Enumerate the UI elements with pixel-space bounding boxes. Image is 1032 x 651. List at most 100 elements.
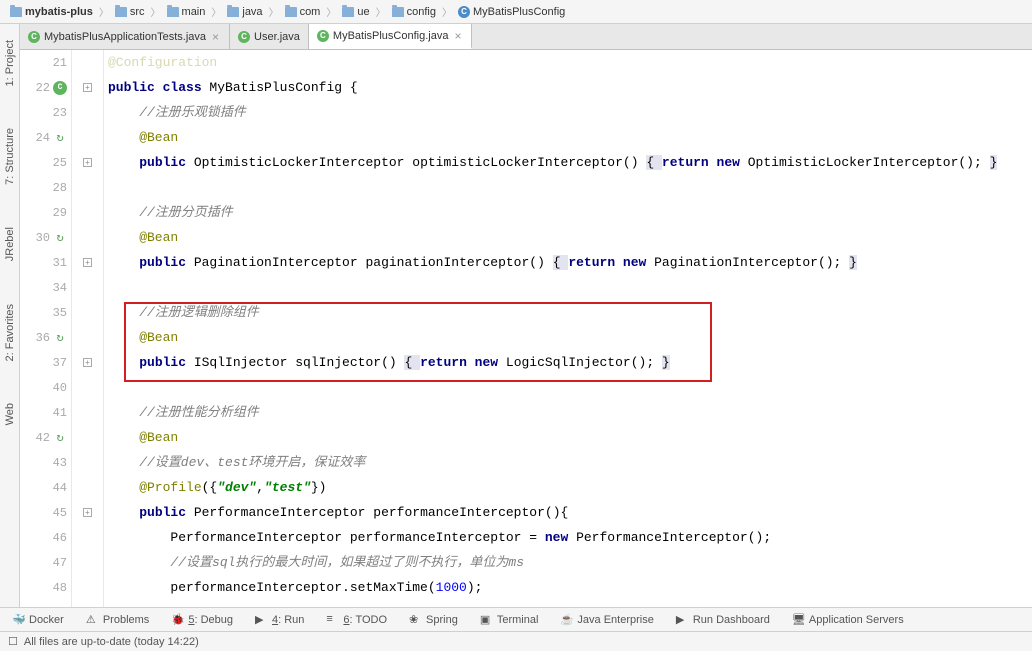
- fold-cell: [72, 125, 103, 150]
- breadcrumb-item-class[interactable]: CMyBatisPlusConfig: [454, 4, 569, 20]
- line-number[interactable]: 47: [20, 550, 71, 575]
- line-number[interactable]: 21: [20, 50, 71, 75]
- fold-cell: [72, 550, 103, 575]
- brace: }: [662, 355, 670, 370]
- statusbar: ☐ All files are up-to-date (today 14:22): [0, 631, 1032, 651]
- line-number[interactable]: 35: [20, 300, 71, 325]
- line-number[interactable]: 24↻: [20, 125, 71, 150]
- brace: }: [849, 255, 857, 270]
- fold-marker[interactable]: +: [83, 158, 92, 167]
- line-number[interactable]: 31: [20, 250, 71, 275]
- class-icon: C: [28, 31, 40, 43]
- fold-cell: +: [72, 75, 103, 100]
- line-number[interactable]: 28: [20, 175, 71, 200]
- keyword: public: [139, 505, 186, 520]
- code-text: ,: [256, 480, 264, 495]
- line-number[interactable]: 46: [20, 525, 71, 550]
- fold-marker[interactable]: +: [83, 508, 92, 517]
- file-tab-user[interactable]: CUser.java: [230, 24, 309, 49]
- bottom-tab-docker[interactable]: 🐳Docker: [8, 611, 68, 628]
- breadcrumb-item-config[interactable]: config: [388, 4, 440, 20]
- line-number[interactable]: 23: [20, 100, 71, 125]
- fold-cell: +: [72, 500, 103, 525]
- keyword: public: [139, 155, 186, 170]
- sidebar-tab-favorites[interactable]: 2: Favorites: [2, 298, 18, 367]
- fold-cell: [72, 375, 103, 400]
- line-number[interactable]: 44: [20, 475, 71, 500]
- file-tab-tests[interactable]: CMybatisPlusApplicationTests.java×: [20, 24, 230, 49]
- line-number[interactable]: 30↻: [20, 225, 71, 250]
- brace: {: [404, 355, 420, 370]
- line-number-gutter: 2122C2324↻25282930↻31343536↻37404142↻434…: [20, 50, 72, 607]
- breadcrumb-root[interactable]: mybatis-plus: [6, 4, 97, 20]
- annotation: @Profile: [108, 480, 202, 495]
- bottom-tab-terminal[interactable]: ▣Terminal: [476, 611, 543, 628]
- keyword: public class: [108, 80, 202, 95]
- breadcrumb-item-ue[interactable]: ue: [338, 4, 373, 20]
- close-icon[interactable]: ×: [452, 29, 463, 43]
- comment: //设置dev、test环境开启，保证效率: [108, 455, 365, 470]
- brace: {: [553, 255, 569, 270]
- bottom-tab-rundash[interactable]: ▶Run Dashboard: [672, 611, 774, 628]
- problems-icon: ⚠: [86, 613, 99, 626]
- breadcrumb-item-com[interactable]: com: [281, 4, 325, 20]
- code-text: PaginationInterceptor paginationIntercep…: [186, 255, 553, 270]
- keyword: return new: [662, 155, 740, 170]
- breadcrumb-item-src[interactable]: src: [111, 4, 149, 20]
- sidebar-tab-web[interactable]: Web: [2, 397, 18, 431]
- bean-gutter-icon: ↻: [53, 231, 67, 245]
- string: "dev": [217, 480, 256, 495]
- fold-marker[interactable]: +: [83, 83, 92, 92]
- line-number[interactable]: 29: [20, 200, 71, 225]
- fold-cell: [72, 275, 103, 300]
- line-number[interactable]: 40: [20, 375, 71, 400]
- fold-marker[interactable]: +: [83, 358, 92, 367]
- code-text: PerformanceInterceptor performanceInterc…: [186, 505, 568, 520]
- bottom-tab-run[interactable]: ▶4: Run: [251, 611, 308, 628]
- line-number[interactable]: 22C: [20, 75, 71, 100]
- line-number[interactable]: 42↻: [20, 425, 71, 450]
- run-icon: ▶: [255, 613, 268, 626]
- keyword: public: [139, 255, 186, 270]
- line-number[interactable]: 45: [20, 500, 71, 525]
- sidebar-tab-structure[interactable]: 7: Structure: [2, 122, 18, 191]
- bottom-tab-debug[interactable]: 🐞5: Debug: [167, 611, 237, 628]
- line-number[interactable]: 41: [20, 400, 71, 425]
- line-number[interactable]: 25: [20, 150, 71, 175]
- chevron-right-icon: 〉: [376, 4, 386, 19]
- code-area[interactable]: @Configuration public class MyBatisPlusC…: [104, 50, 1032, 607]
- bottom-tab-spring[interactable]: ❀Spring: [405, 611, 462, 628]
- comment: //注册性能分析组件: [108, 405, 259, 420]
- fold-cell: [72, 400, 103, 425]
- line-number[interactable]: 36↻: [20, 325, 71, 350]
- line-number[interactable]: 34: [20, 275, 71, 300]
- folder-icon: [392, 7, 404, 17]
- docker-icon: 🐳: [12, 613, 25, 626]
- close-icon[interactable]: ×: [210, 30, 221, 44]
- server-icon: 🖥: [792, 613, 805, 626]
- sidebar-tab-project[interactable]: 1: Project: [2, 34, 18, 92]
- bottom-tab-todo[interactable]: ≡6: TODO: [322, 611, 391, 628]
- annotation: @Bean: [108, 130, 178, 145]
- file-tab-config[interactable]: CMyBatisPlusConfig.java×: [309, 24, 473, 49]
- chevron-right-icon: 〉: [326, 4, 336, 19]
- line-number[interactable]: 43: [20, 450, 71, 475]
- breadcrumb-item-main[interactable]: main: [163, 4, 210, 20]
- annotation: @Bean: [108, 330, 178, 345]
- bottom-tab-problems[interactable]: ⚠Problems: [82, 611, 153, 628]
- breadcrumb-item-java[interactable]: java: [223, 4, 266, 20]
- fold-cell: [72, 225, 103, 250]
- comment: //注册分页插件: [108, 205, 233, 220]
- line-number[interactable]: 37: [20, 350, 71, 375]
- sidebar-tab-jrebel[interactable]: JRebel: [2, 221, 18, 267]
- editor: 2122C2324↻25282930↻31343536↻37404142↻434…: [20, 50, 1032, 607]
- line-number[interactable]: 48: [20, 575, 71, 600]
- fold-marker[interactable]: +: [83, 258, 92, 267]
- fold-cell: [72, 200, 103, 225]
- annotation: @Configuration: [108, 55, 217, 70]
- terminal-icon: ▣: [480, 613, 493, 626]
- bottom-tab-appservers[interactable]: 🖥Application Servers: [788, 611, 908, 628]
- spring-icon: ❀: [409, 613, 422, 626]
- run-icon: ▶: [676, 613, 689, 626]
- bottom-tab-javaee[interactable]: ☕Java Enterprise: [556, 611, 657, 628]
